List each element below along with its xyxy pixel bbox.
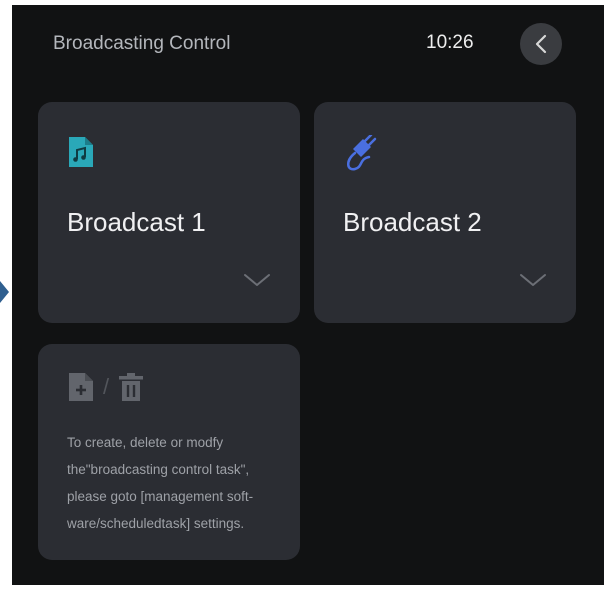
separator-slash: / — [103, 374, 110, 399]
edge-arrow-indicator — [0, 281, 9, 303]
broadcast-2-label: Broadcast 2 — [343, 207, 482, 237]
broadcast-2-card[interactable]: Broadcast 2 — [314, 102, 576, 323]
task-icons: / — [68, 372, 144, 402]
instruction-line: the"broadcasting control task", — [67, 462, 250, 477]
back-button[interactable] — [520, 23, 562, 65]
trash-icon — [119, 373, 144, 401]
broadcast-1-card[interactable]: Broadcast 1 — [38, 102, 300, 323]
task-info-card: / To create, delete or modfy the"broadca… — [38, 344, 300, 560]
chevron-down-icon[interactable] — [519, 272, 547, 293]
add-file-icon — [69, 373, 93, 401]
instruction-line: To create, delete or modfy — [67, 435, 224, 450]
instruction-line: ware/scheduledtask] settings. — [67, 516, 245, 531]
chevron-down-icon[interactable] — [243, 272, 271, 293]
audio-cable-icon — [343, 133, 377, 180]
task-instructions: To create, delete or modfy the"broadcast… — [67, 429, 292, 537]
music-file-icon — [67, 135, 95, 174]
page-title: Broadcasting Control — [53, 33, 231, 54]
broadcasting-control-screen: Broadcasting Control 10:26 Broadcast 1 B… — [12, 5, 604, 585]
instruction-line: please goto [management soft- — [67, 489, 254, 504]
broadcast-1-label: Broadcast 1 — [67, 207, 206, 237]
clock: 10:26 — [426, 32, 474, 53]
chevron-left-icon — [535, 34, 547, 54]
